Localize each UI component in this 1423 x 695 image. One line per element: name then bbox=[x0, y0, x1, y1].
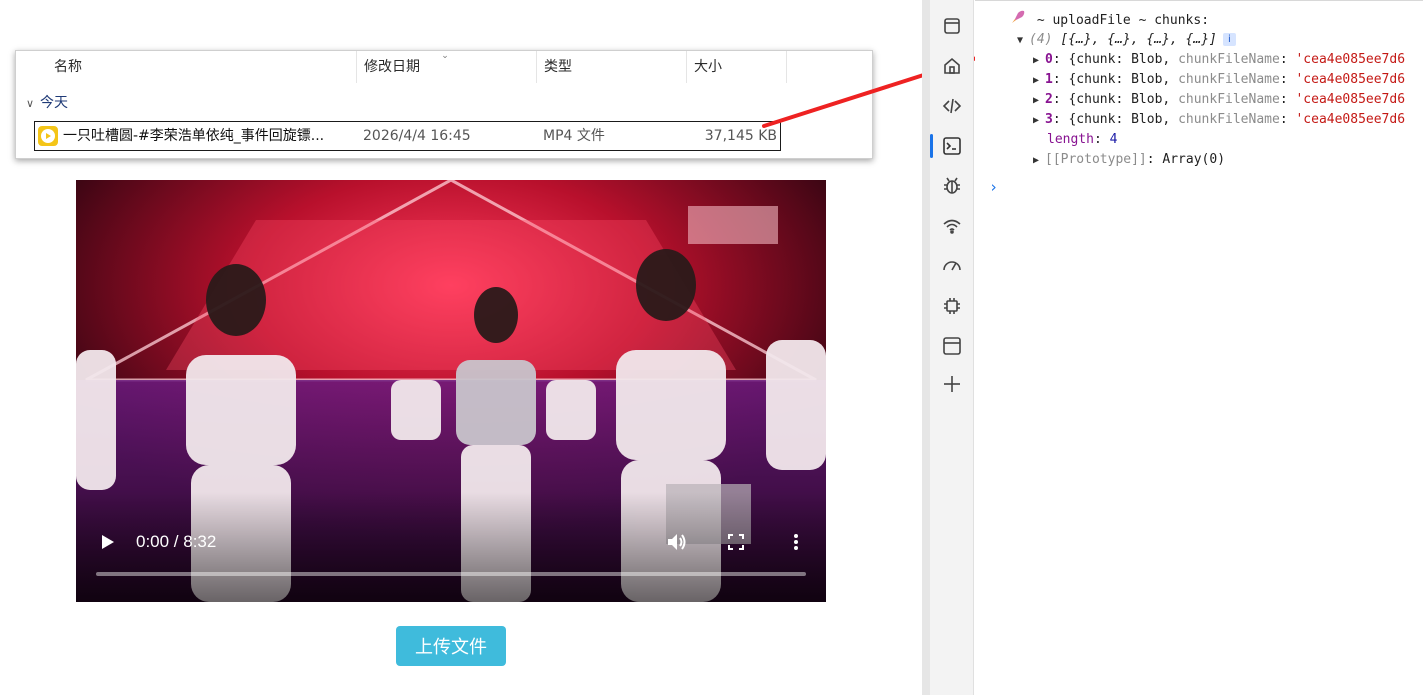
entry-value: 'cea4e085ee7d6 bbox=[1295, 52, 1406, 67]
entry-index: 0 bbox=[1045, 52, 1053, 67]
application-icon[interactable] bbox=[936, 330, 968, 362]
play-icon[interactable] bbox=[98, 532, 118, 552]
web-page: 名称 修改日期 ⌄ 类型 大小 ∨ 今天 一只吐槽圆-#李荣浩单依纯_事件回旋镖.… bbox=[0, 0, 922, 695]
info-icon[interactable]: i bbox=[1222, 33, 1236, 46]
entry-value: 'cea4e085ee7d6 bbox=[1295, 112, 1406, 127]
time-display: 0:00 / 8:32 bbox=[136, 532, 217, 551]
upload-file-button[interactable]: 上传文件 bbox=[396, 626, 506, 666]
entry-text: {chunk: Blob, bbox=[1068, 72, 1179, 87]
sources-icon[interactable] bbox=[936, 90, 968, 122]
collapse-triangle-icon[interactable]: ▼ bbox=[1017, 31, 1029, 51]
devtools-activity-bar bbox=[930, 0, 974, 695]
file-size: 37,145 KB bbox=[704, 128, 777, 144]
prototype-key: [[Prototype]] bbox=[1045, 152, 1147, 167]
array-entry-row[interactable]: ▶ 0: {chunk: Blob, chunkFileName: 'cea4e0… bbox=[1033, 50, 1405, 70]
entry-text: {chunk: Blob, bbox=[1068, 92, 1179, 107]
console-prompt[interactable]: › bbox=[989, 178, 998, 196]
expand-triangle-icon[interactable]: ▶ bbox=[1033, 71, 1045, 91]
file-explorer-window: 名称 修改日期 ⌄ 类型 大小 ∨ 今天 一只吐槽圆-#李荣浩单依纯_事件回旋镖.… bbox=[15, 50, 873, 159]
console-icon[interactable] bbox=[930, 130, 968, 162]
entry-value: 'cea4e085ee7d6 bbox=[1295, 92, 1406, 107]
entry-prop: chunkFileName bbox=[1178, 92, 1280, 107]
array-length-line: length: 4 bbox=[1047, 132, 1118, 147]
array-entry-row[interactable]: ▶ 2: {chunk: Blob, chunkFileName: 'cea4e0… bbox=[1033, 90, 1405, 110]
devtools-resize-handle[interactable] bbox=[922, 0, 930, 695]
array-count: (4) bbox=[1029, 32, 1053, 47]
expand-triangle-icon[interactable]: ▶ bbox=[1033, 151, 1045, 171]
column-divider[interactable] bbox=[786, 51, 787, 83]
performance-icon[interactable] bbox=[936, 250, 968, 282]
array-preview: [{…}, {…}, {…}, {…}] bbox=[1060, 32, 1217, 47]
log-label: ~ uploadFile ~ chunks: bbox=[1036, 13, 1210, 28]
sort-caret-icon: ⌄ bbox=[441, 50, 449, 60]
entry-prop: chunkFileName bbox=[1178, 52, 1280, 67]
file-type: MP4 文件 bbox=[543, 128, 605, 144]
expand-triangle-icon[interactable]: ▶ bbox=[1033, 51, 1045, 71]
entry-prop: chunkFileName bbox=[1178, 72, 1280, 87]
file-name: 一只吐槽圆-#李荣浩单依纯_事件回旋镖... bbox=[63, 128, 325, 144]
elements-icon[interactable] bbox=[936, 50, 968, 82]
expand-triangle-icon[interactable]: ▶ bbox=[1033, 91, 1045, 111]
prototype-line[interactable]: ▶ [[Prototype]]: Array(0) bbox=[1033, 150, 1225, 170]
array-entry-row[interactable]: ▶ 1: {chunk: Blob, chunkFileName: 'cea4e0… bbox=[1033, 70, 1405, 90]
console-log-line[interactable]: ~ uploadFile ~ chunks: bbox=[1011, 10, 1209, 30]
entry-index: 3 bbox=[1045, 112, 1053, 127]
column-headers: 名称 修改日期 ⌄ 类型 大小 bbox=[16, 51, 872, 83]
video-file-icon bbox=[38, 126, 58, 146]
entry-value: 'cea4e085ee7d6 bbox=[1295, 72, 1406, 87]
array-summary-line[interactable]: ▼ (4) [{…}, {…}, {…}, {…}] i bbox=[1017, 30, 1236, 50]
network-icon[interactable] bbox=[936, 210, 968, 242]
column-header-modified[interactable]: 修改日期 bbox=[356, 51, 420, 83]
length-key: length bbox=[1047, 132, 1094, 147]
column-header-name[interactable]: 名称 bbox=[46, 51, 82, 83]
group-header-today[interactable]: ∨ 今天 bbox=[26, 93, 68, 113]
file-modified-date: 2026/4/4 16:45 bbox=[363, 128, 471, 144]
column-header-type[interactable]: 类型 bbox=[536, 51, 572, 83]
chevron-down-icon: ∨ bbox=[26, 97, 35, 110]
more-options-icon[interactable] bbox=[784, 530, 808, 554]
file-row[interactable]: 一只吐槽圆-#李荣浩单依纯_事件回旋镖... 2026/4/4 16:45 MP… bbox=[34, 121, 781, 151]
add-tool-icon[interactable] bbox=[936, 368, 968, 400]
entry-index: 2 bbox=[1045, 92, 1053, 107]
group-label: 今天 bbox=[40, 95, 68, 111]
prototype-value: Array(0) bbox=[1162, 152, 1226, 167]
video-player[interactable]: 0:00 / 8:32 bbox=[76, 180, 826, 602]
progress-bar[interactable] bbox=[96, 572, 806, 576]
entry-prop: chunkFileName bbox=[1178, 112, 1280, 127]
entry-text: {chunk: Blob, bbox=[1068, 52, 1179, 67]
debugger-icon[interactable] bbox=[936, 170, 968, 202]
rocket-icon bbox=[1011, 10, 1029, 31]
welcome-icon[interactable] bbox=[936, 10, 968, 42]
fullscreen-icon[interactable] bbox=[724, 530, 748, 554]
entry-index: 1 bbox=[1045, 72, 1053, 87]
console-top-border bbox=[975, 0, 1423, 3]
entry-text: {chunk: Blob, bbox=[1068, 112, 1179, 127]
column-header-size[interactable]: 大小 bbox=[686, 51, 722, 83]
array-entry-row[interactable]: ▶ 3: {chunk: Blob, chunkFileName: 'cea4e0… bbox=[1033, 110, 1405, 130]
volume-icon[interactable] bbox=[664, 529, 690, 555]
expand-triangle-icon[interactable]: ▶ bbox=[1033, 111, 1045, 131]
memory-icon[interactable] bbox=[936, 290, 968, 322]
length-value: 4 bbox=[1109, 132, 1118, 147]
console-panel: ~ uploadFile ~ chunks: ▼ (4) [{…}, {…}, {… bbox=[975, 0, 1423, 695]
